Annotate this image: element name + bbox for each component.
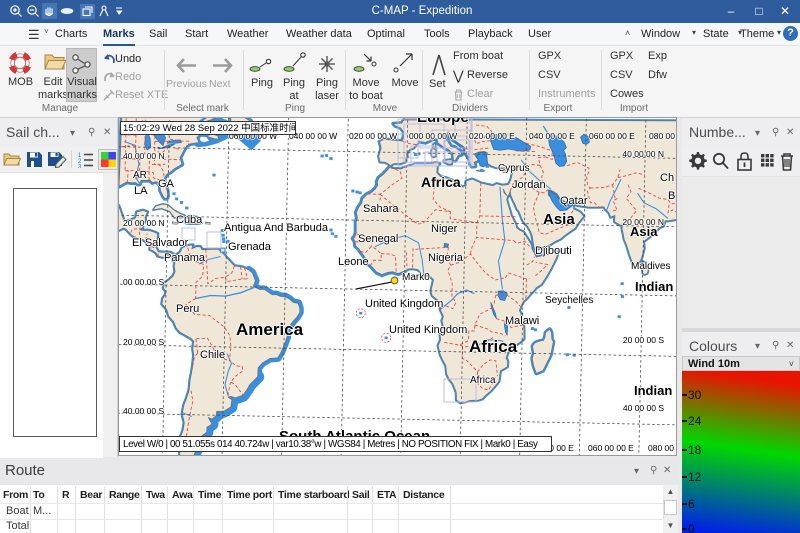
svg-text:3: 3	[78, 165, 82, 169]
